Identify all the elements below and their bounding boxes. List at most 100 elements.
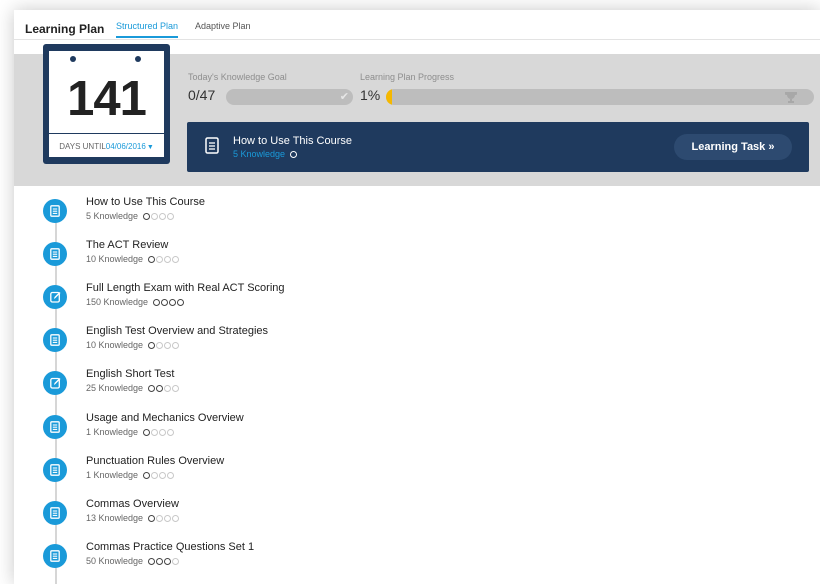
days-remaining: 141 [67, 72, 147, 126]
edit-icon [43, 371, 67, 396]
plan-progress-fill [386, 89, 392, 105]
clock-icon [148, 385, 156, 393]
timeline-line [55, 210, 57, 584]
current-course-title: How to Use This Course [233, 135, 353, 147]
difficulty-indicator [148, 514, 180, 524]
caret-down-icon: ▼ [146, 144, 154, 151]
clock-icon [148, 514, 156, 522]
clock-icon [177, 299, 185, 307]
clock-icon [172, 256, 180, 264]
item-knowledge-text: 13 Knowledge [86, 512, 144, 523]
item-knowledge: 1 Knowledge [86, 470, 175, 481]
clock-icon [159, 471, 167, 479]
clock-icon [153, 299, 161, 307]
item-knowledge-text: 150 Knowledge [86, 297, 149, 308]
difficulty-indicator [148, 384, 180, 394]
item-title: Full Length Exam with Real ACT Scoring [86, 282, 285, 295]
clock-icon [151, 471, 159, 479]
clock-icon [143, 213, 151, 220]
clock-icon [172, 514, 180, 522]
trophy-icon [785, 92, 797, 103]
difficulty-indicator [148, 255, 180, 265]
clock-icon [172, 342, 180, 350]
item-knowledge-text: 10 Knowledge [86, 340, 144, 351]
clock-icon [148, 256, 156, 264]
item-knowledge: 10 Knowledge [86, 340, 180, 351]
item-knowledge: 1 Knowledge [86, 427, 175, 438]
exam-date: 04/06/2016 [105, 142, 146, 151]
difficulty-indicator [143, 428, 175, 438]
plan-progress-value: 1% [360, 87, 381, 103]
document-icon [43, 457, 67, 482]
current-course-bar[interactable]: How to Use This Course 5 Knowledge Learn… [187, 122, 809, 172]
check-icon: ✔ [339, 91, 349, 103]
clock-icon [156, 256, 164, 264]
knowledge-goal-value: 0/47 [188, 87, 216, 103]
difficulty-indicator [148, 557, 180, 567]
clock-icon [161, 299, 169, 307]
item-knowledge: 5 Knowledge [86, 211, 175, 222]
learning-task-button[interactable]: Learning Task » [674, 134, 792, 160]
item-knowledge-text: 10 Knowledge [86, 254, 144, 265]
item-title: The ACT Review [86, 239, 169, 252]
clock-icon [164, 385, 172, 393]
knowledge-goal-label: Today's Knowledge Goal [188, 72, 287, 82]
clock-icon [151, 213, 159, 220]
tab-structured-plan[interactable]: Structured Plan [116, 21, 179, 38]
clock-icon [290, 151, 298, 158]
item-knowledge: 50 Knowledge [86, 556, 180, 567]
item-knowledge-text: 25 Knowledge [86, 383, 144, 394]
item-title: English Short Test [86, 368, 175, 381]
exam-date-selector[interactable]: DAYS UNTIL04/06/2016▼ [49, 133, 164, 151]
current-course-knowledge-text: 5 Knowledge [233, 149, 286, 159]
item-knowledge-text: 1 Knowledge [86, 426, 139, 437]
clock-icon [169, 299, 177, 307]
difficulty-indicator [153, 298, 185, 308]
clock-icon [159, 213, 167, 220]
clock-icon [167, 428, 175, 436]
plan-progress-label: Learning Plan Progress [360, 72, 455, 82]
clock-icon [156, 514, 164, 522]
difficulty-indicator [148, 341, 180, 351]
top-bar: Learning Plan Structured Plan Adaptive P… [14, 10, 820, 40]
document-icon [43, 242, 67, 267]
clock-icon [167, 471, 175, 479]
tab-adaptive-plan[interactable]: Adaptive Plan [195, 21, 251, 36]
clock-icon [164, 342, 172, 350]
document-icon [43, 414, 67, 439]
item-knowledge: 10 Knowledge [86, 254, 180, 265]
days-until-label: DAYS UNTIL [59, 142, 106, 151]
clock-icon [151, 428, 159, 436]
clock-icon [143, 428, 151, 436]
item-knowledge-text: 5 Knowledge [86, 211, 139, 221]
document-icon [43, 328, 67, 353]
clock-icon [148, 557, 156, 565]
clock-icon [164, 514, 172, 522]
clock-icon [164, 256, 172, 264]
document-icon [43, 500, 67, 525]
item-title: Commas Practice Questions Set 1 [86, 540, 255, 553]
learning-plan-window: Learning Plan Structured Plan Adaptive P… [14, 10, 820, 584]
clock-icon [167, 213, 175, 220]
knowledge-goal-bar: ✔ [226, 89, 353, 105]
item-knowledge: 150 Knowledge [86, 297, 185, 308]
current-course-knowledge: 5 Knowledge [233, 149, 298, 159]
calendar-page: 141 DAYS UNTIL04/06/2016▼ [49, 51, 164, 157]
clock-icon [143, 471, 151, 479]
item-knowledge: 13 Knowledge [86, 513, 180, 524]
item-title: Commas Overview [86, 497, 179, 510]
clock-icon [164, 557, 172, 565]
plan-summary-banner: 141 DAYS UNTIL04/06/2016▼ Today's Knowle… [14, 44, 820, 186]
document-icon [43, 199, 67, 223]
clock-icon [156, 557, 164, 565]
item-knowledge-text: 50 Knowledge [86, 555, 144, 566]
clock-icon [172, 385, 180, 393]
document-icon [205, 137, 219, 154]
item-knowledge: 25 Knowledge [86, 383, 180, 394]
calendar-ring-icon [135, 56, 141, 62]
plan-progress-bar [386, 89, 814, 105]
document-icon [43, 543, 67, 568]
item-title: How to Use This Course [86, 196, 206, 208]
clock-icon [159, 428, 167, 436]
item-title: Punctuation Rules Overview [86, 454, 225, 467]
